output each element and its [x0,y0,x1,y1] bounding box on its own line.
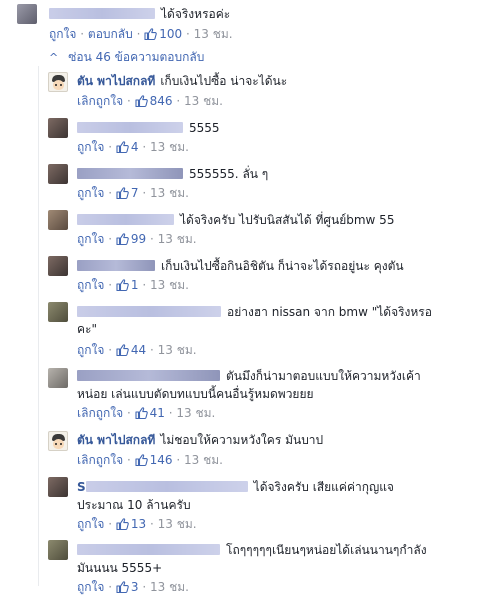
redacted-name[interactable] [77,370,220,381]
author-name[interactable]: ตัน พาไปสกลที [77,74,155,88]
reply-text: ได้จริงครับ ไปรับนิสสันได้ ที่ศูนย์bmw 5… [180,213,395,227]
avatar[interactable] [48,302,68,322]
unlike-link[interactable]: เลิกถูกใจ [77,94,123,108]
like-link[interactable]: ถูกใจ [77,232,104,246]
like-count[interactable]: 3 [116,580,139,594]
thumbs-up-icon [144,28,157,40]
timestamp[interactable]: 13 ชม. [150,186,189,200]
comment-text: ได้จริงหรอค่ะ [161,7,231,21]
avatar[interactable] [17,4,37,24]
like-link[interactable]: ถูกใจ [77,278,104,292]
cartoon-avatar-icon[interactable] [48,431,68,451]
avatar[interactable] [48,368,68,388]
thumbs-up-icon [135,95,148,107]
redacted-name[interactable] [77,214,174,225]
like-link[interactable]: ถูกใจ [77,517,104,531]
timestamp[interactable]: 13 ชม. [158,232,197,246]
avatar[interactable] [48,256,68,276]
thumbs-up-icon [135,407,148,419]
reply-text-cont: หน่อย เล่นแบบตัดบทแบบนี้คนอื่นรู้หมดพวยย… [77,387,314,401]
like-count[interactable]: 99 [116,232,146,246]
redacted-name[interactable] [49,8,155,19]
like-count[interactable]: 4 [116,140,139,154]
chevron-up-icon: ^ [49,51,59,64]
like-count[interactable]: 1 [116,278,139,292]
avatar[interactable] [48,210,68,230]
unlike-link[interactable]: เลิกถูกใจ [77,453,123,467]
timestamp[interactable]: 13 ชม. [150,278,189,292]
hide-replies-toggle[interactable]: ^ ซ่อน 46 ข้อความตอบกลับ [49,49,204,66]
timestamp[interactable]: 13 ชม. [194,27,233,41]
redacted-name[interactable] [77,168,183,179]
redacted-name[interactable] [77,122,183,133]
reply-text-cont: มันนนน 5555+ [77,561,163,575]
timestamp[interactable]: 13 ชม. [150,140,189,154]
timestamp[interactable]: 13 ชม. [184,453,223,467]
thumbs-up-icon [116,233,129,245]
redacted-name[interactable] [85,481,248,492]
redacted-name[interactable] [77,544,220,555]
reply-text: เก็บเงินไปซื้อ น่าจะได้นะ [160,74,288,88]
thumbs-up-icon [116,581,129,593]
comment-body: ได้จริงหรอค่ะ [49,6,230,23]
like-count[interactable]: 100 [144,27,182,41]
timestamp[interactable]: 13 ชม. [176,406,215,420]
thumbs-up-icon [135,454,148,466]
reply-link[interactable]: ตอบกลับ [88,27,133,41]
timestamp[interactable]: 13 ชม. [184,94,223,108]
like-count[interactable]: 846 [135,94,173,108]
reply-text: ได้จริงครับ เสียแค่ค่ากุญแจ [253,480,394,494]
like-link[interactable]: ถูกใจ [77,343,104,357]
reply-text: อย่างฮา nissan จาก bmw "ได้จริงหรอ [227,305,432,319]
author-name[interactable]: ตัน พาไปสกลที [77,433,155,447]
like-count[interactable]: 7 [116,186,139,200]
avatar[interactable] [48,477,68,497]
redacted-name[interactable] [77,306,221,317]
like-count[interactable]: 146 [135,453,173,467]
reply-text: โถๆๆๆๆๆเนียนๆหน่อยได้เล่นนานๆกำลัง [226,543,427,557]
like-link[interactable]: ถูกใจ [77,140,104,154]
redacted-name[interactable] [77,260,155,271]
reply-text: เก็บเงินไปซื้อกินอิชิตัน ก็น่าจะได้รถอยู… [161,259,404,273]
timestamp[interactable]: 13 ชม. [150,580,189,594]
like-link[interactable]: ถูกใจ [77,580,104,594]
avatar[interactable] [48,540,68,560]
reply-text: ตันมึงก็น่ามาตอบแบบให้ความหวังเค้า [226,369,421,383]
reply-text-cont: ประมาณ 10 ล้านครับ [77,498,191,512]
reply-text: 555555. ลั่น ๆ [189,167,269,181]
reply-text-cont: คะ" [77,322,97,336]
hide-replies-label: ซ่อน 46 ข้อความตอบกลับ [68,50,205,64]
reply-text: ไม่ชอบให้ความหวังใคร มันบาป [160,433,324,447]
avatar[interactable] [48,118,68,138]
cartoon-avatar-icon[interactable] [48,72,68,92]
thumbs-up-icon [116,344,129,356]
thumbs-up-icon [116,279,129,291]
thumbs-up-icon [116,141,129,153]
reply-text: 5555 [189,121,220,135]
like-count[interactable]: 44 [116,343,146,357]
like-count[interactable]: 13 [116,517,146,531]
comment-meta: ถูกใจ · ตอบกลับ · 100 · 13 ชม. [49,27,233,41]
timestamp[interactable]: 13 ชม. [158,517,197,531]
unlike-link[interactable]: เลิกถูกใจ [77,406,123,420]
timestamp[interactable]: 13 ชม. [158,343,197,357]
like-count[interactable]: 41 [135,406,165,420]
thumbs-up-icon [116,187,129,199]
thread-line [38,66,39,586]
author-name[interactable]: S [77,480,86,494]
avatar[interactable] [48,164,68,184]
thumbs-up-icon [116,518,129,530]
like-link[interactable]: ถูกใจ [77,186,104,200]
like-link[interactable]: ถูกใจ [49,27,76,41]
